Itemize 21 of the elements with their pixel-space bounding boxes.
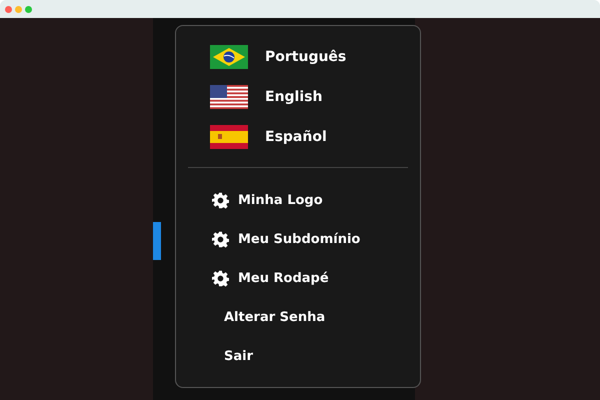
tab-edge: [153, 222, 161, 260]
settings-icon: [212, 270, 229, 287]
close-dot-icon[interactable]: [5, 6, 12, 12]
minimize-dot-icon[interactable]: [15, 6, 22, 12]
brazil-flag-icon: [210, 44, 248, 68]
language-option[interactable]: Português: [210, 43, 420, 70]
usa-flag-icon: [210, 84, 248, 108]
menu-item[interactable]: Meu Rodapé: [176, 259, 420, 298]
language-label: English: [265, 88, 322, 104]
language-label: Español: [265, 128, 327, 144]
language-option[interactable]: English: [210, 83, 420, 110]
menu-item[interactable]: Alterar Senha: [176, 298, 420, 337]
menu-item[interactable]: Minha Logo: [176, 181, 420, 220]
maximize-dot-icon[interactable]: [25, 6, 32, 12]
menu-item[interactable]: Sair: [176, 337, 420, 376]
language-option[interactable]: Español: [210, 123, 420, 150]
language-label: Português: [265, 48, 346, 64]
settings-icon: [212, 192, 229, 209]
menu-item[interactable]: Meu Subdomínio: [176, 220, 420, 259]
settings-icon: [212, 231, 229, 248]
spain-flag-icon: [210, 124, 248, 148]
